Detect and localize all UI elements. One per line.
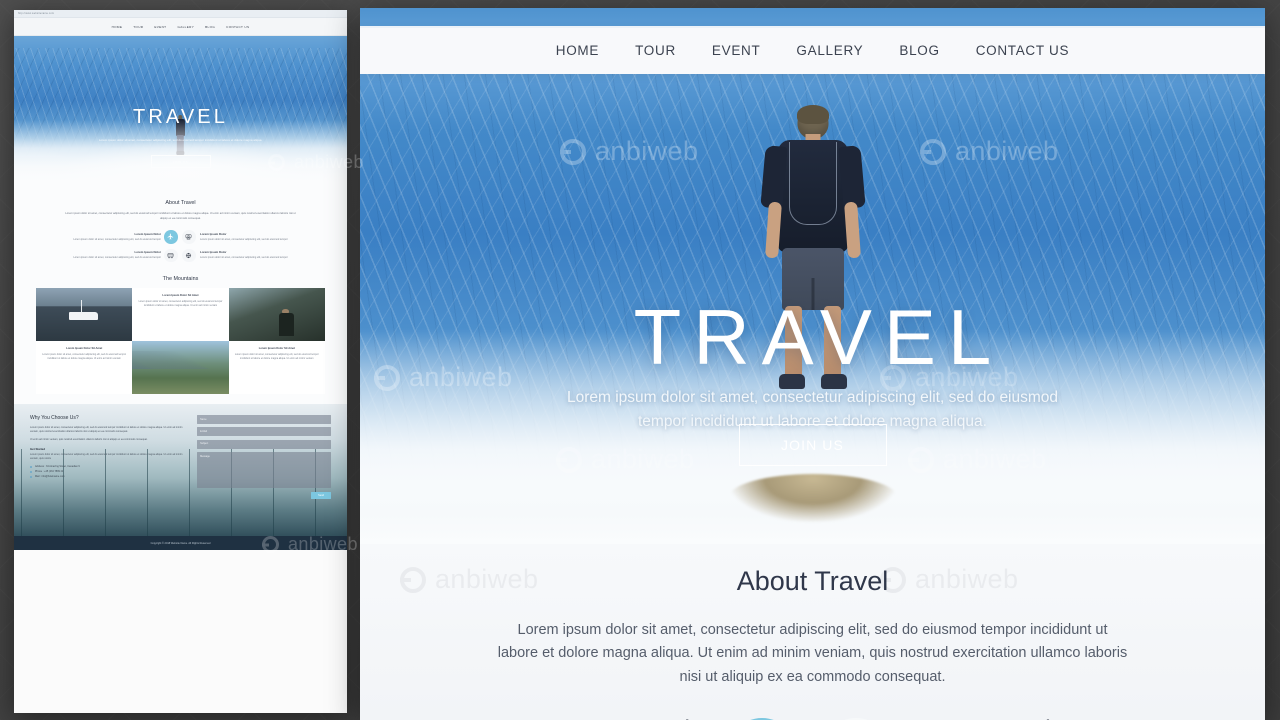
mockup-subject-input[interactable]: Subject bbox=[197, 439, 331, 449]
mockup-card-title: Lorem Ipsum Dolor Sit Amet bbox=[66, 347, 103, 351]
screenshot-stage: anbiweb anbiweb http://www.websitename.c… bbox=[0, 0, 1280, 720]
top-sky-strip bbox=[360, 8, 1265, 28]
top-peak-shape bbox=[360, 8, 885, 28]
mockup-contact-phone: Phone : +45 (234 7899 42 bbox=[30, 470, 187, 473]
mockup-about-heading: About Travel bbox=[165, 200, 196, 206]
mockup-feature-item: Lorem Ipsum Dolor Lorem ipsum dolor sit … bbox=[40, 250, 161, 260]
mockup-photo-man bbox=[228, 288, 325, 342]
join-us-button[interactable]: JOIN US bbox=[738, 424, 887, 466]
mockup-about-paragraph: Lorem ipsum dolor sit amet, consectetur … bbox=[65, 212, 296, 220]
mockup-copyright-text: Copyright © 2018 Website Name. All Right… bbox=[150, 541, 211, 545]
mockup-email-input[interactable]: E-Mail bbox=[197, 427, 331, 437]
mockup-card-title: Lorem Ipsum Dolor Sit Amet bbox=[162, 294, 199, 298]
mockup-card-title: Lorem Ipsum Dolor Sit Amet bbox=[258, 347, 295, 351]
mockup-why-section: Why You Choose Us? Lorem ipsum dolor sit… bbox=[14, 404, 347, 537]
mockup-navbar[interactable]: HOME TOUR EVENT GALLERY BLOG CONTACT US bbox=[14, 18, 347, 36]
mockup-nav-item-blog[interactable]: BLOG bbox=[205, 25, 215, 29]
mockup-message-textarea[interactable]: Message bbox=[197, 452, 331, 489]
about-heading: About Travel bbox=[736, 566, 889, 596]
hero-title: TRAVEL bbox=[633, 293, 1004, 382]
mockup-feature-text: Lorem ipsum dolor sit amet, consectetur … bbox=[200, 237, 288, 241]
airplane-icon bbox=[164, 230, 178, 244]
mockup-feature-item: Lorem Ipsum Dolor Lorem ipsum dolor sit … bbox=[40, 232, 161, 242]
mockup-why-paragraph-3: Lorem ipsum dolor sit amet, consectetur … bbox=[30, 452, 183, 460]
bus-icon bbox=[164, 248, 178, 263]
hero-section: TRAVEL Lorem ipsum dolor sit amet, conse… bbox=[360, 74, 1265, 544]
mockup-get-started-heading: Get Started bbox=[30, 446, 46, 451]
mockup-card-text: Lorem ipsum dolor sit amet, consectetur … bbox=[42, 353, 127, 361]
nav-item-home[interactable]: HOME bbox=[556, 43, 599, 58]
mockup-card-text: Lorem ipsum dolor sit amet, consectetur … bbox=[234, 353, 319, 361]
mockup-nav-item-contact-us[interactable]: CONTACT US bbox=[226, 25, 249, 29]
mockup-hero-fog bbox=[14, 119, 347, 191]
mockup-photo-valley bbox=[132, 341, 229, 395]
mockup-contact-form[interactable]: Name E-Mail Subject Message Send bbox=[197, 415, 331, 500]
mockup-name-input[interactable]: Name bbox=[197, 415, 331, 425]
mockup-address-text: http://www.websitename.com bbox=[18, 12, 55, 15]
nav-item-tour[interactable]: TOUR bbox=[635, 43, 676, 58]
mockup-feature-grid: Lorem Ipsum Dolor Lorem ipsum dolor sit … bbox=[40, 230, 321, 263]
feature-title: Lorem Ipsum Dolor bbox=[920, 715, 1210, 720]
mockup-feature-text: Lorem ipsum dolor sit amet, consectetur … bbox=[73, 256, 161, 260]
mockup-feature-text: Lorem ipsum dolor sit amet, consectetur … bbox=[73, 237, 161, 241]
mockup-contact-address: Address : 34 Amazing Street, Canadian 9 bbox=[30, 465, 187, 468]
mockup-hero: TRAVEL Lorem ipsum dolor sit amet, conse… bbox=[14, 36, 347, 191]
mockup-nav-item-event[interactable]: EVENT bbox=[154, 25, 166, 29]
mockup-feature-title: Lorem Ipsum Dolor bbox=[134, 250, 162, 255]
mockup-feature-item: Lorem Ipsum Dolor Lorem ipsum dolor sit … bbox=[200, 250, 321, 260]
nav-item-blog[interactable]: BLOG bbox=[899, 43, 939, 58]
mockup-contact-list: Address : 34 Amazing Street, Canadian 9 … bbox=[30, 465, 187, 479]
mockup-mountain-card: Lorem Ipsum Dolor Sit Amet Lorem ipsum d… bbox=[36, 341, 133, 395]
mockup-photo-boat bbox=[36, 288, 133, 342]
mockup-feature-item: Lorem Ipsum Dolor Lorem ipsum dolor sit … bbox=[200, 232, 321, 242]
mockup-nav-item-home[interactable]: HOME bbox=[112, 25, 123, 29]
mockup-about-section: About Travel Lorem ipsum dolor sit amet,… bbox=[14, 191, 347, 271]
mockup-mountains-heading: The Mountains bbox=[162, 276, 199, 283]
globe-icon bbox=[182, 248, 196, 263]
mockup-feature-title: Lorem Ipsum Dolor bbox=[134, 231, 162, 236]
mockup-nav-item-gallery[interactable]: GALLERY bbox=[177, 25, 194, 29]
navbar[interactable]: HOME TOUR EVENT GALLERY BLOG CONTACT US bbox=[360, 26, 1265, 74]
camera-icon bbox=[182, 230, 196, 244]
mockup-why-paragraph-2: Ut enim ad minim veniam, quis nostrud ex… bbox=[30, 438, 148, 442]
mockup-mountains-section: The Mountains Lorem Ipsum Dolor Sit Amet… bbox=[14, 270, 347, 405]
mockup-footer: Copyright © 2018 Website Name. All Right… bbox=[14, 536, 347, 551]
about-section: About Travel Lorem ipsum dolor sit amet,… bbox=[360, 544, 1265, 720]
mockup-mountain-card: Lorem Ipsum Dolor Sit Amet Lorem ipsum d… bbox=[132, 288, 229, 342]
nav-item-event[interactable]: EVENT bbox=[712, 43, 761, 58]
mockup-why-heading: Why You Choose Us? bbox=[30, 415, 79, 422]
mockup-send-button[interactable]: Send bbox=[311, 491, 331, 500]
summit-rock bbox=[727, 474, 898, 522]
feature-title: Lorem Ipsum Dolor bbox=[416, 715, 706, 720]
full-page-mockup: http://www.websitename.com HOME TOUR EVE… bbox=[14, 10, 347, 713]
nav-item-gallery[interactable]: GALLERY bbox=[796, 43, 863, 58]
mockup-feature-title: Lorem Ipsum Dolor bbox=[200, 231, 227, 236]
mockup-card-text: Lorem ipsum dolor sit amet, consectetur … bbox=[138, 300, 223, 308]
mockup-feature-text: Lorem ipsum dolor sit amet, consectetur … bbox=[200, 256, 288, 260]
about-paragraph: Lorem ipsum dolor sit amet, consectetur … bbox=[497, 622, 1128, 685]
nav-item-contact-us[interactable]: CONTACT US bbox=[976, 43, 1070, 58]
feature-item: Lorem Ipsum Dolor Lorem ipsum dolor sit … bbox=[914, 715, 1210, 720]
mockup-browser-bar: http://www.websitename.com bbox=[14, 10, 347, 18]
mockup-nav-item-tour[interactable]: TOUR bbox=[133, 25, 143, 29]
feature-item: Lorem Ipsum Dolor Lorem ipsum dolor sit … bbox=[416, 715, 712, 720]
mockup-mountain-card: Lorem Ipsum Dolor Sit Amet Lorem ipsum d… bbox=[228, 341, 325, 395]
mockup-feature-title: Lorem Ipsum Dolor bbox=[200, 250, 227, 255]
mockup-why-paragraph-1: Lorem ipsum dolor sit amet, consectetur … bbox=[30, 426, 183, 434]
mockup-mountains-grid: Lorem Ipsum Dolor Sit Amet Lorem ipsum d… bbox=[36, 288, 325, 395]
mockup-contact-mail: Mail : info@hotelname.com bbox=[30, 475, 187, 479]
zoomed-page-view: HOME TOUR EVENT GALLERY BLOG CONTACT US … bbox=[360, 8, 1265, 720]
feature-grid: Lorem Ipsum Dolor Lorem ipsum dolor sit … bbox=[416, 715, 1209, 720]
